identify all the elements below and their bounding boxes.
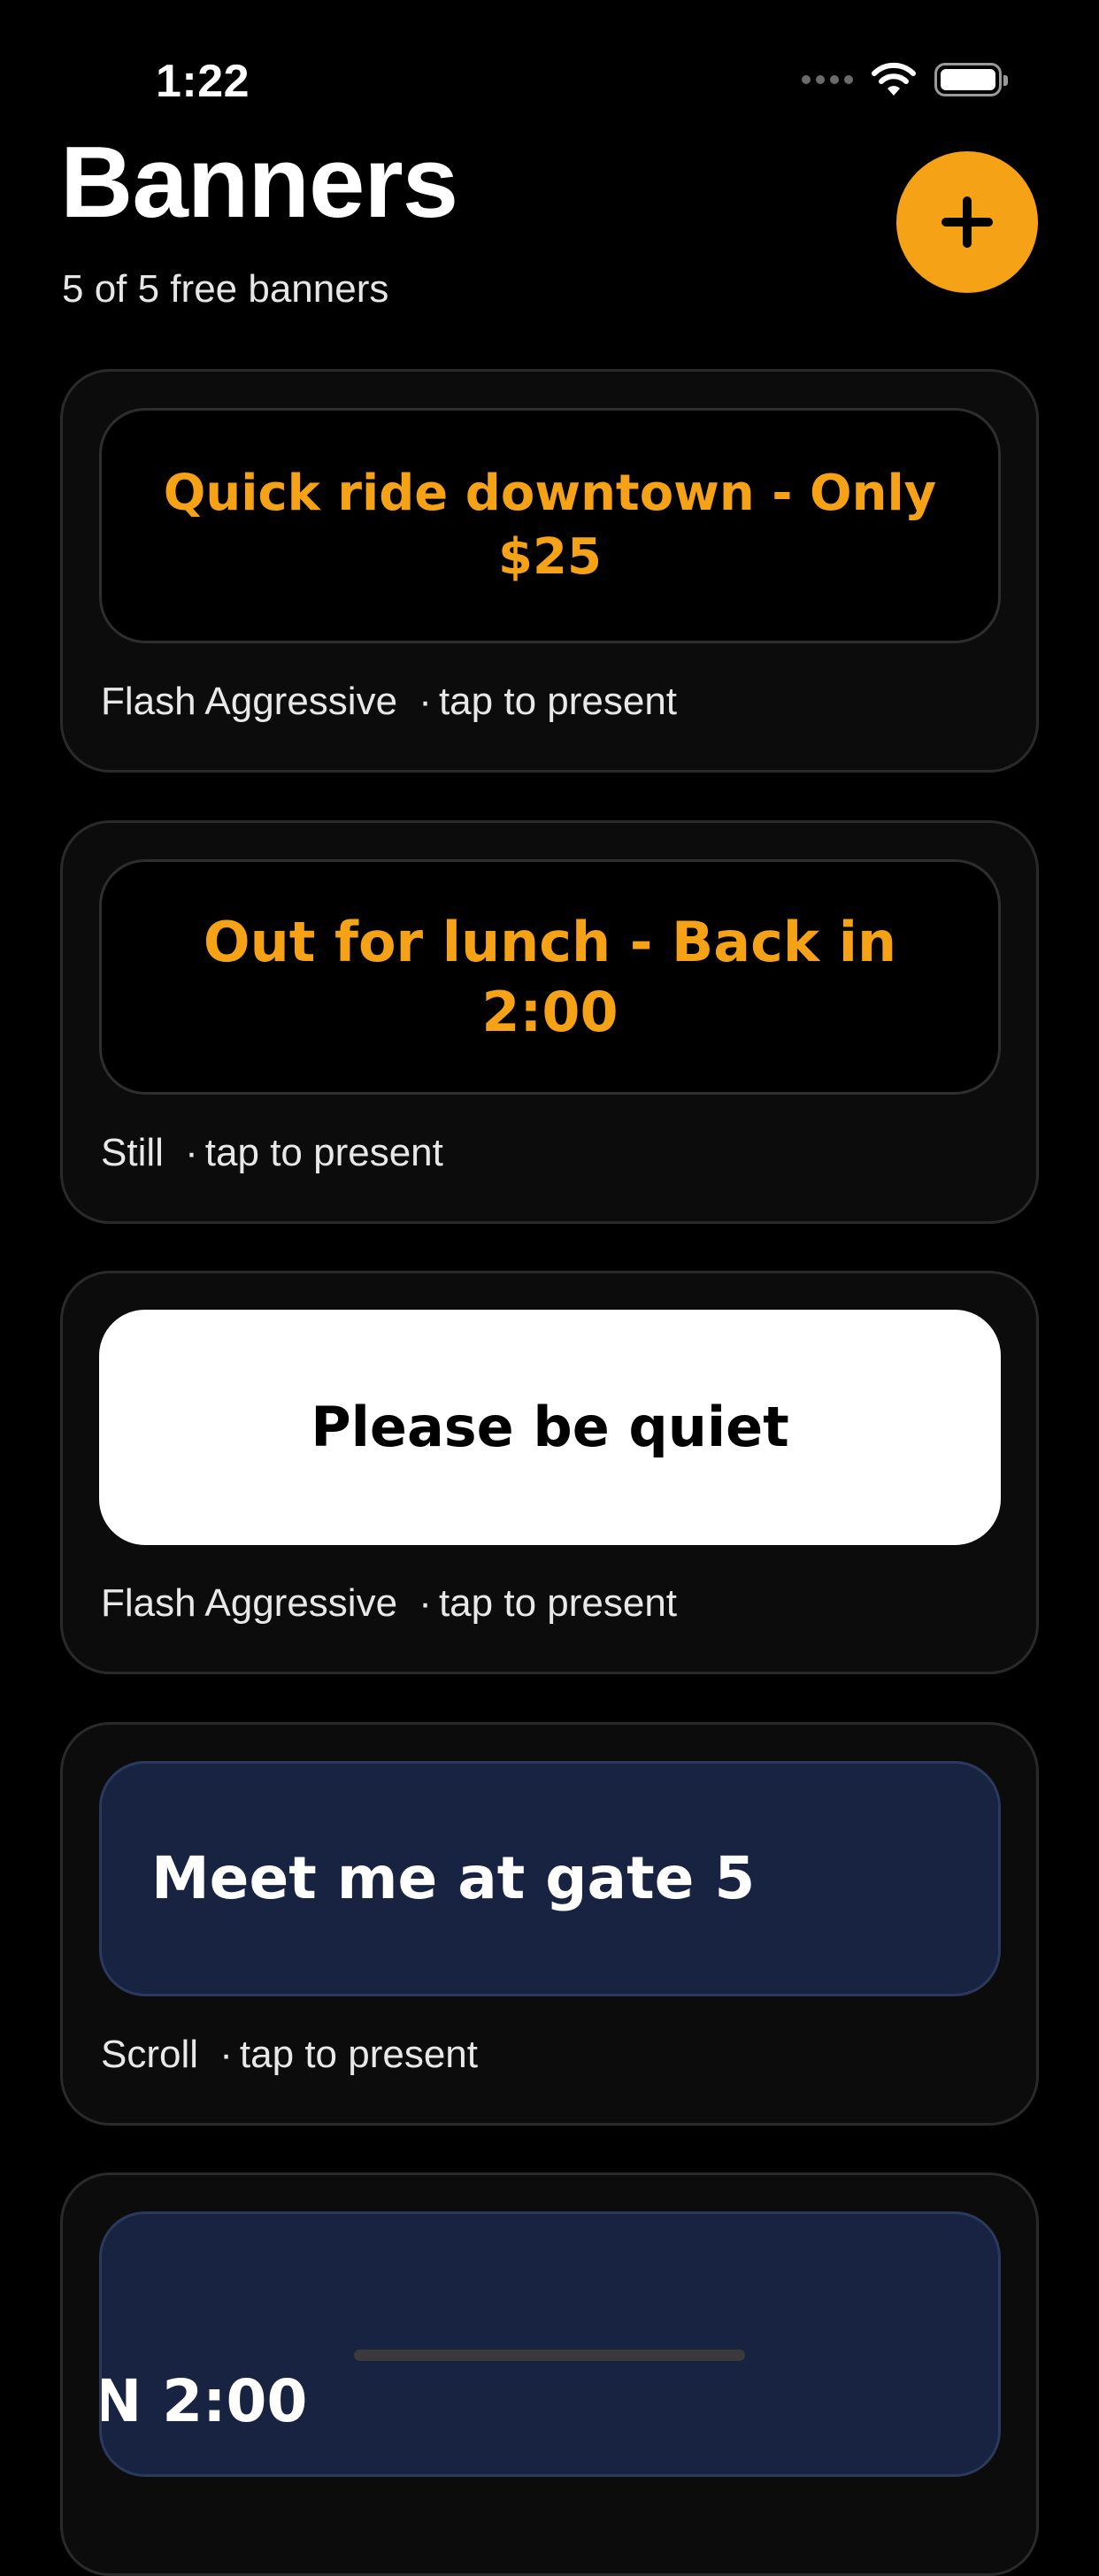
tap-hint: tap to present [239, 2033, 478, 2076]
wifi-icon [872, 62, 916, 96]
banner-card[interactable]: Meet me at gate 5 Scroll · tap to present [60, 1722, 1039, 2126]
banner-meta: Scroll · tap to present [101, 2033, 478, 2077]
banner-preview[interactable]: Quick ride downtown - Only $25 [99, 408, 1001, 643]
banner-preview[interactable]: N 2:00 [99, 2211, 1001, 2477]
banner-preview[interactable]: Please be quiet [99, 1310, 1001, 1545]
banner-text: N 2:00 [99, 2367, 308, 2435]
home-indicator[interactable] [354, 2349, 745, 2361]
banner-text: Out for lunch - Back in 2:00 [203, 909, 897, 1044]
banner-text: Quick ride downtown - Only $25 [163, 465, 937, 586]
page-title: Banners [60, 127, 458, 239]
meta-separator: · [219, 2033, 233, 2076]
mode-label: Still [101, 1131, 164, 1174]
mode-label: Scroll [101, 2033, 199, 2076]
mode-label: Aggressive [204, 1581, 398, 1625]
add-banner-button[interactable] [896, 151, 1038, 293]
signal-dots-icon [802, 75, 853, 84]
banner-preview[interactable]: Meet me at gate 5 [99, 1761, 1001, 1996]
banner-text: Please be quiet [311, 1395, 789, 1460]
banner-meta: Still · tap to present [101, 1131, 443, 1175]
banner-meta: Flash Aggressive · tap to present [101, 1581, 677, 1626]
plus-icon [941, 196, 993, 248]
tap-hint: tap to present [438, 680, 678, 723]
status-icons [802, 62, 1008, 97]
banner-meta: Flash Aggressive · tap to present [101, 680, 677, 724]
banner-text: Meet me at gate 5 [151, 1843, 756, 1912]
mode-label: Flash [101, 680, 196, 723]
banner-card[interactable]: N 2:00 [60, 2172, 1039, 2576]
meta-separator: · [185, 1131, 198, 1174]
meta-separator: · [419, 680, 432, 723]
tap-hint: tap to present [438, 1581, 678, 1625]
banner-card[interactable]: Out for lunch - Back in 2:00 Still · tap … [60, 820, 1039, 1224]
banner-preview[interactable]: Out for lunch - Back in 2:00 [99, 859, 1001, 1095]
banner-card[interactable]: Please be quiet Flash Aggressive · tap to… [60, 1271, 1039, 1674]
tap-hint: tap to present [204, 1131, 443, 1174]
mode-label: Flash [101, 1581, 196, 1625]
meta-separator: · [419, 1581, 432, 1625]
banner-count-subtitle: 5 of 5 free banners [62, 267, 389, 311]
mode-label: Aggressive [204, 680, 398, 723]
status-time: 1:22 [156, 56, 250, 107]
banner-card[interactable]: Quick ride downtown - Only $25 Flash Agg… [60, 369, 1039, 773]
battery-icon [934, 63, 1008, 96]
